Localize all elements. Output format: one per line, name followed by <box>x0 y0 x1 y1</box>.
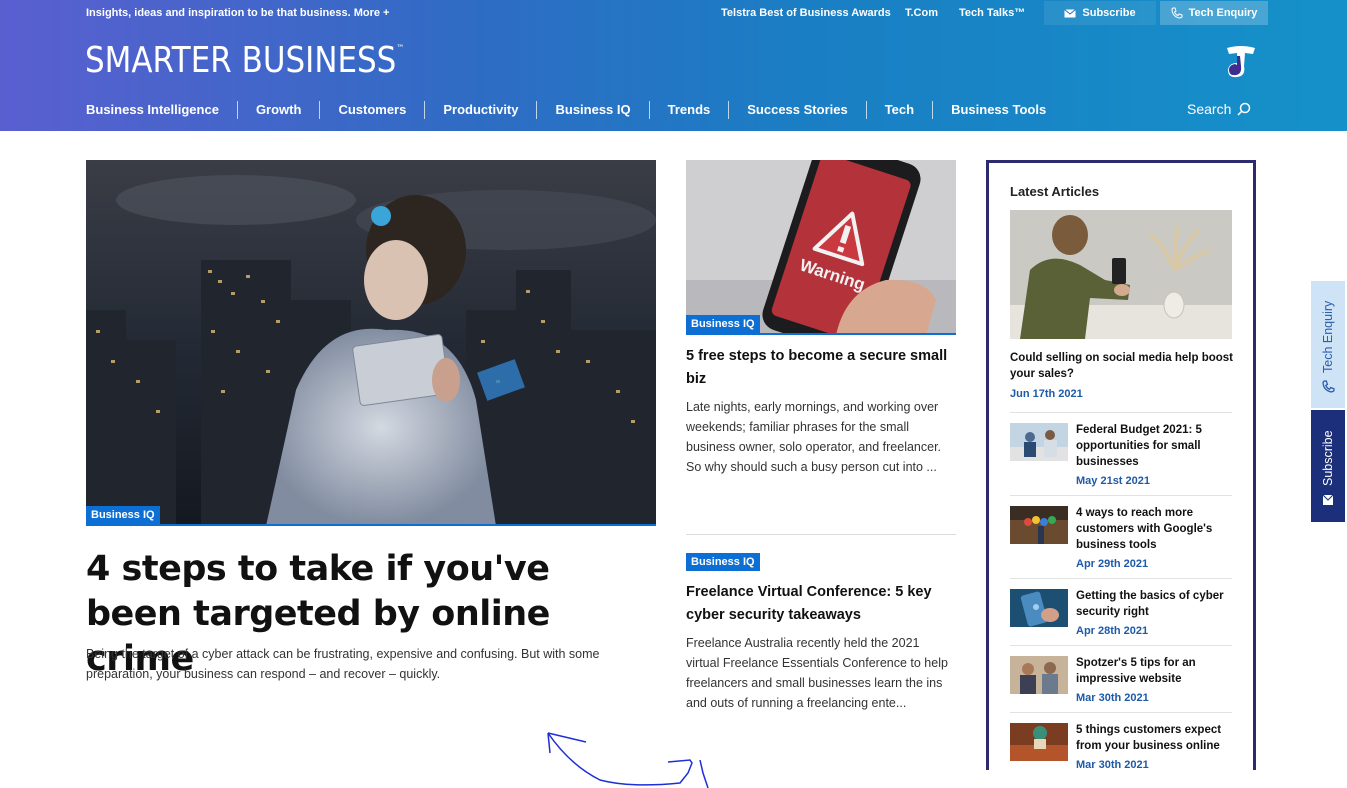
article-thumbnail <box>1010 656 1068 694</box>
article-date: Mar 30th 2021 <box>1076 692 1149 704</box>
search-button[interactable]: Search <box>1187 101 1251 117</box>
article-thumbnail <box>1010 423 1068 461</box>
telstra-logo-icon[interactable] <box>1225 44 1257 78</box>
article-thumbnail <box>1010 723 1068 761</box>
nav-trends[interactable]: Trends <box>648 101 729 119</box>
article-thumbnail <box>1010 589 1068 627</box>
tech-enquiry-side-label: Tech Enquiry <box>1321 300 1335 373</box>
phone-icon <box>1171 7 1183 19</box>
tagline-link[interactable]: Insights, ideas and inspiration to be th… <box>86 7 389 19</box>
subscribe-side-tab[interactable]: Subscribe <box>1311 410 1345 522</box>
article-title: 5 things customers expect from your busi… <box>1076 722 1232 770</box>
featured-article-date: Jun 17th 2021 <box>1010 388 1083 400</box>
list-item[interactable]: 5 things customers expect from your busi… <box>1010 712 1232 770</box>
latest-articles-sidebar: Latest Articles Could selling on social … <box>986 160 1256 770</box>
tech-enquiry-side-tab[interactable]: Tech Enquiry <box>1311 281 1345 408</box>
envelope-icon <box>1064 8 1077 17</box>
featured-article-title[interactable]: Could selling on social media help boost… <box>1010 350 1235 402</box>
list-item[interactable]: Getting the basics of cyber security rig… <box>1010 578 1232 645</box>
article-title: 4 ways to reach more customers with Goog… <box>1076 505 1232 572</box>
nav-business-iq[interactable]: Business IQ <box>536 101 648 119</box>
tech-enquiry-button[interactable]: Tech Enquiry <box>1160 1 1268 25</box>
nav-business-tools[interactable]: Business Tools <box>932 101 1064 119</box>
article-title-text: Federal Budget 2021: 5 opportunities for… <box>1076 424 1202 468</box>
nav-business-intelligence[interactable]: Business Intelligence <box>86 101 237 119</box>
search-icon <box>1237 102 1251 116</box>
article-date: May 21st 2021 <box>1076 475 1150 487</box>
article-category-tag[interactable]: Business IQ <box>686 553 760 571</box>
annotation-arrow <box>547 732 709 788</box>
nav-productivity[interactable]: Productivity <box>424 101 536 119</box>
tcom-link[interactable]: T.Com <box>905 7 938 19</box>
nav-tech[interactable]: Tech <box>865 101 932 119</box>
article-date: Apr 28th 2021 <box>1076 625 1149 637</box>
list-item[interactable]: 4 ways to reach more customers with Goog… <box>1010 495 1232 578</box>
brand-name: SMARTER BUSINESS <box>85 40 397 81</box>
hero-category-tag[interactable]: Business IQ <box>86 506 160 524</box>
tech-talks-link[interactable]: Tech Talks™ <box>959 7 1025 19</box>
article-title-text: 4 ways to reach more customers with Goog… <box>1076 507 1213 551</box>
top-bar: Insights, ideas and inspiration to be th… <box>0 0 1347 26</box>
article-title-secure-small-biz[interactable]: 5 free steps to become a secure small bi… <box>686 345 956 391</box>
nav-success-stories[interactable]: Success Stories <box>728 101 865 119</box>
hero-description: Being the target of a cyber attack can b… <box>86 647 600 681</box>
article-title-text: Spotzer's 5 tips for an impressive websi… <box>1076 657 1196 685</box>
phone-icon <box>1322 380 1335 393</box>
article-title-text: Getting the basics of cyber security rig… <box>1076 590 1224 618</box>
article-desc-secure-small-biz: Late nights, early mornings, and working… <box>686 400 942 474</box>
site-header: Insights, ideas and inspiration to be th… <box>0 0 1347 131</box>
article-title: Spotzer's 5 tips for an impressive websi… <box>1076 655 1232 706</box>
list-item[interactable]: Spotzer's 5 tips for an impressive websi… <box>1010 645 1232 712</box>
subscribe-label: Subscribe <box>1082 7 1136 19</box>
article-title: Getting the basics of cyber security rig… <box>1076 588 1232 639</box>
nav-growth[interactable]: Growth <box>236 101 320 119</box>
featured-article-image[interactable] <box>1010 210 1232 339</box>
subscribe-button[interactable]: Subscribe <box>1044 1 1156 25</box>
subscribe-side-label: Subscribe <box>1321 430 1335 486</box>
article-date: Mar 30th 2021 <box>1076 759 1149 770</box>
nav-customers[interactable]: Customers <box>319 101 424 119</box>
article-thumbnail <box>1010 506 1068 544</box>
article-category-tag[interactable]: Business IQ <box>686 315 760 333</box>
article-date: Apr 29th 2021 <box>1076 558 1149 570</box>
main-nav: Business Intelligence Growth Customers P… <box>86 101 1064 119</box>
best-of-business-awards-link[interactable]: Telstra Best of Business Awards <box>721 7 891 19</box>
article-title-freelance-conference[interactable]: Freelance Virtual Conference: 5 key cybe… <box>686 581 956 627</box>
article-title-text: 5 things customers expect from your busi… <box>1076 724 1222 752</box>
trademark-mark: ™ <box>396 44 405 54</box>
site-logo-text[interactable]: SMARTER BUSINESS™ <box>85 40 404 81</box>
tech-enquiry-label: Tech Enquiry <box>1188 7 1258 19</box>
article-desc-freelance-conference: Freelance Australia recently held the 20… <box>686 636 948 710</box>
article-title: Federal Budget 2021: 5 opportunities for… <box>1076 422 1232 489</box>
envelope-icon <box>1322 494 1334 505</box>
list-item[interactable]: Federal Budget 2021: 5 opportunities for… <box>1010 412 1232 495</box>
featured-article-title-text: Could selling on social media help boost… <box>1010 352 1233 380</box>
search-label: Search <box>1187 101 1232 117</box>
divider <box>686 534 956 535</box>
hero-image[interactable]: Business IQ <box>86 160 656 526</box>
latest-articles-heading: Latest Articles <box>1010 184 1100 199</box>
article-image-secure-small-biz[interactable]: Warning Business IQ <box>686 160 956 335</box>
